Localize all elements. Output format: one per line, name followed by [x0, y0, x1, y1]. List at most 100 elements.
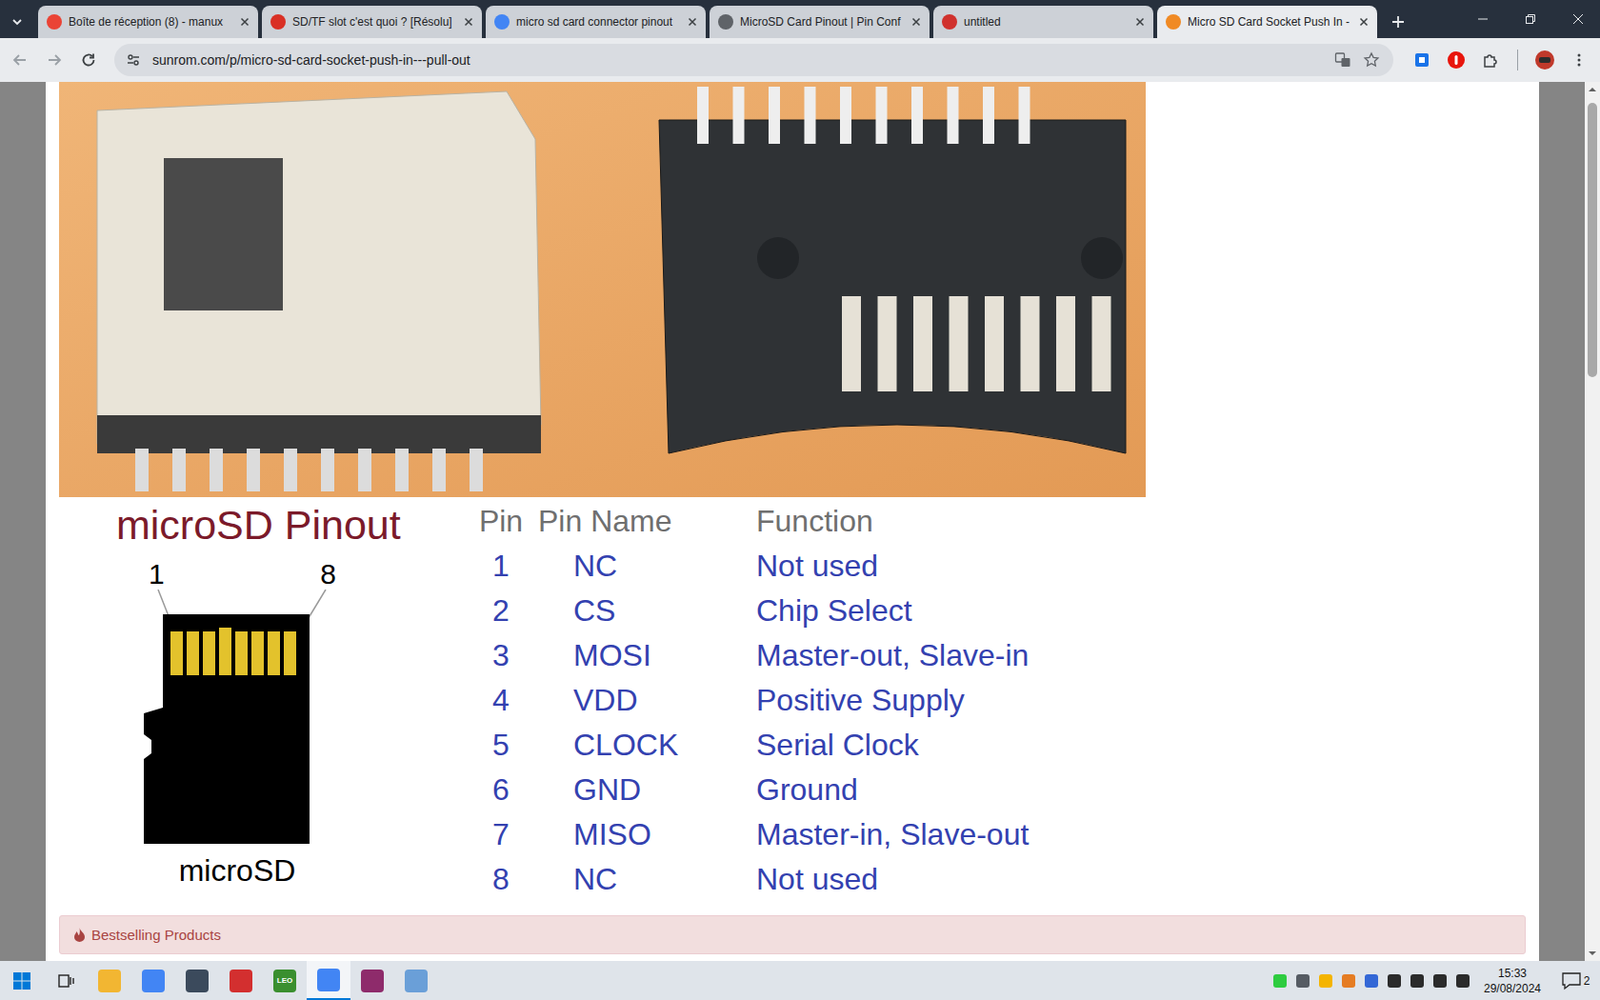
close-icon[interactable]: [1356, 14, 1372, 30]
pin-number: 6: [463, 772, 539, 808]
tray-item[interactable]: [1382, 960, 1406, 1000]
close-icon[interactable]: [684, 14, 700, 30]
puzzle-icon: [1481, 51, 1500, 69]
tray-item[interactable]: [1337, 960, 1360, 1000]
table-row: 5 CLOCK Serial Clock: [463, 722, 1100, 768]
forward-arrow-icon: [45, 51, 63, 69]
taskbar-app[interactable]: [175, 960, 220, 1000]
windows-logo-icon: [13, 972, 31, 990]
tray-item[interactable]: [1451, 960, 1475, 1000]
pin-name: CLOCK: [538, 727, 757, 763]
app-icon: [98, 969, 121, 993]
new-tab-button[interactable]: [1382, 5, 1414, 39]
taskbar-app[interactable]: [219, 960, 263, 1000]
favicon-icon: [494, 14, 510, 30]
back-arrow-icon: [11, 51, 29, 69]
taskbar-app[interactable]: [394, 960, 439, 1000]
scroll-down-icon[interactable]: [1584, 945, 1600, 961]
pin-function: Not used: [756, 861, 1100, 898]
pin-number: 7: [463, 817, 539, 853]
tab[interactable]: Boîte de réception (8) - manux: [38, 5, 259, 39]
extension-button[interactable]: [1404, 43, 1440, 77]
close-icon[interactable]: [1132, 14, 1148, 30]
restore-button[interactable]: [1508, 0, 1553, 39]
profile-button[interactable]: [1527, 43, 1562, 77]
taskbar: LEO 15:33 29/08/2024 2: [0, 960, 1600, 1000]
taskbar-app[interactable]: LEO: [262, 960, 307, 1000]
bestselling-header: Bestselling Products: [59, 915, 1526, 955]
address-bar[interactable]: sunrom.com/p/micro-sd-card-socket-push-i…: [114, 43, 1394, 77]
forward-button[interactable]: [37, 43, 72, 77]
table-row: 7 MISO Master-in, Slave-out: [463, 812, 1100, 858]
close-icon[interactable]: [908, 14, 924, 30]
favicon-icon: [1165, 14, 1181, 30]
pin-function: Positive Supply: [756, 682, 1100, 719]
notification-icon: [1560, 971, 1582, 991]
table-row: 4 VDD Positive Supply: [463, 678, 1100, 723]
close-window-button[interactable]: [1556, 0, 1600, 39]
url-text: sunrom.com/p/micro-sd-card-socket-push-i…: [152, 52, 1323, 68]
tray-icon: [1319, 974, 1333, 988]
menu-button[interactable]: [1561, 43, 1597, 77]
scrollbar-thumb[interactable]: [1587, 102, 1598, 379]
table-row: 3 MOSI Master-out, Slave-in: [463, 633, 1100, 679]
adblock-icon: [1446, 50, 1466, 70]
reload-icon: [80, 51, 98, 69]
close-icon[interactable]: [460, 14, 477, 30]
taskbar-app[interactable]: [131, 960, 176, 1000]
minimize-button[interactable]: [1460, 0, 1505, 39]
taskbar-app[interactable]: [87, 960, 132, 1000]
notification-button[interactable]: 2: [1550, 960, 1600, 1000]
translate-icon[interactable]: [1334, 51, 1352, 69]
app-icon: [317, 968, 340, 992]
task-view-button[interactable]: [43, 960, 88, 1000]
pin-number: 4: [463, 682, 539, 719]
tab-label: SD/TF slot c'est quoi ? [Résolu]: [292, 15, 455, 29]
site-info-icon[interactable]: [125, 52, 141, 68]
card-pin-label: 1: [148, 559, 165, 590]
table-row: 2 CS Chip Select: [463, 588, 1100, 634]
profile-avatar-icon: [1534, 49, 1556, 71]
pin-name: MOSI: [538, 638, 757, 674]
tab-search-button[interactable]: [0, 5, 35, 39]
favicon-icon: [46, 14, 62, 30]
clock[interactable]: 15:33 29/08/2024: [1474, 960, 1551, 1000]
extensions-button[interactable]: [1473, 43, 1508, 77]
tab[interactable]: untitled: [933, 5, 1154, 39]
start-button[interactable]: [0, 960, 44, 1000]
scroll-up-icon[interactable]: [1584, 81, 1600, 98]
table-row: 1 NC Not used: [463, 543, 1100, 589]
minimize-icon: [1477, 13, 1489, 25]
pin-number: 5: [463, 727, 539, 763]
tray-item[interactable]: [1268, 960, 1292, 1000]
app-icon: [185, 969, 209, 993]
favicon-icon: [941, 14, 958, 30]
tray-icon: [1433, 974, 1447, 988]
taskbar-app[interactable]: [306, 960, 351, 1000]
pinout-title: microSD Pinout: [116, 497, 418, 548]
back-button[interactable]: [2, 43, 38, 77]
tab[interactable]: Micro SD Card Socket Push In -: [1157, 5, 1378, 39]
adblock-button[interactable]: [1439, 43, 1474, 77]
tray-item[interactable]: [1291, 960, 1315, 1000]
reload-button[interactable]: [71, 43, 106, 77]
close-icon[interactable]: [237, 14, 253, 30]
taskbar-app[interactable]: [350, 960, 395, 1000]
star-icon[interactable]: [1362, 51, 1380, 69]
tray-item[interactable]: [1405, 960, 1429, 1000]
column-header: Pin: [463, 503, 539, 540]
tab[interactable]: MicroSD Card Pinout | Pin Conf: [709, 5, 930, 39]
tab[interactable]: micro sd card connector pinout: [485, 5, 706, 39]
scrollbar[interactable]: [1584, 81, 1600, 961]
tray-item[interactable]: [1360, 960, 1383, 1000]
tray-item[interactable]: [1314, 960, 1338, 1000]
tray-item[interactable]: [1428, 960, 1452, 1000]
fire-icon: [73, 927, 86, 942]
pin-name: GND: [538, 772, 757, 808]
microsd-card-icon: [132, 589, 342, 844]
pin-function: Not used: [756, 548, 1100, 584]
column-header: Function: [756, 503, 1100, 540]
tab[interactable]: SD/TF slot c'est quoi ? [Résolu]: [261, 5, 482, 39]
product-photo: [59, 81, 1146, 498]
screen: Boîte de réception (8) - manux SD/TF slo…: [0, 0, 1600, 1000]
